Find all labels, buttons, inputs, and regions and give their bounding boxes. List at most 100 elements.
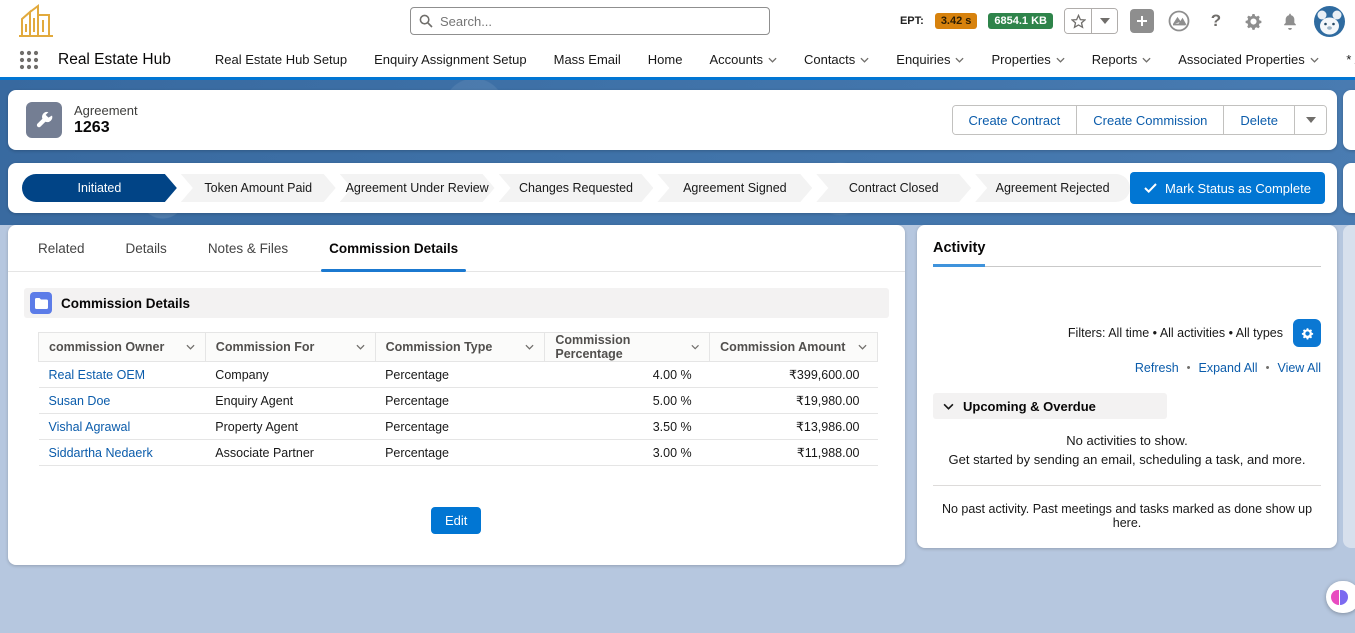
nav-tab-associated-properties[interactable]: Associated Properties xyxy=(1178,52,1318,67)
more-actions-button[interactable] xyxy=(1294,106,1326,134)
chevron-down-icon xyxy=(955,57,964,63)
divider xyxy=(933,485,1321,486)
caret-down-icon xyxy=(1306,117,1316,123)
owner-link[interactable]: Siddartha Nedaerk xyxy=(39,440,206,466)
agreement-object-icon xyxy=(26,102,62,138)
chevron-down-icon xyxy=(186,344,195,350)
upcoming-overdue-title: Upcoming & Overdue xyxy=(963,399,1096,414)
record-actions-group: Create Contract Create Commission Delete xyxy=(952,105,1328,135)
search-input[interactable] xyxy=(440,14,761,29)
ept-time-badge: 3.42 s xyxy=(935,13,978,29)
commission-type-cell: Percentage xyxy=(375,414,545,440)
nav-tab-contacts[interactable]: Contacts xyxy=(804,52,869,67)
view-all-link[interactable]: View All xyxy=(1277,361,1321,375)
path-stage-initiated[interactable]: Initiated xyxy=(22,174,177,202)
record-name: 1263 xyxy=(74,119,138,137)
nav-tab-home[interactable]: Home xyxy=(648,52,683,67)
edit-button[interactable]: Edit xyxy=(431,507,481,534)
path-stage-token-amount-paid[interactable]: Token Amount Paid xyxy=(181,174,336,202)
commission-type-cell: Percentage xyxy=(375,440,545,466)
owner-link[interactable]: Susan Doe xyxy=(39,388,206,414)
status-path-card: Initiated Token Amount Paid Agreement Un… xyxy=(8,163,1337,213)
owner-link[interactable]: Real Estate OEM xyxy=(39,362,206,388)
table-row: Susan Doe Enquiry Agent Percentage 5.00 … xyxy=(39,388,878,414)
column-header-commission-type[interactable]: Commission Type xyxy=(375,333,545,362)
commission-for-cell: Company xyxy=(205,362,375,388)
cutoff-card-edge xyxy=(1343,225,1355,548)
path-stage-agreement-rejected[interactable]: Agreement Rejected xyxy=(975,174,1130,202)
ept-label: EPT: xyxy=(900,15,924,27)
app-launcher-icon[interactable] xyxy=(18,49,40,71)
commission-amount-cell: ₹19,980.00 xyxy=(710,388,878,414)
refresh-link[interactable]: Refresh xyxy=(1135,361,1179,375)
commission-percentage-cell: 4.00 % xyxy=(545,362,710,388)
chevron-down-icon xyxy=(691,344,699,350)
path-stage-agreement-under-review[interactable]: Agreement Under Review xyxy=(340,174,495,202)
column-header-commission-owner[interactable]: commission Owner xyxy=(39,333,206,362)
nav-tab-reports[interactable]: Reports xyxy=(1092,52,1152,67)
chevron-down-icon xyxy=(768,57,777,63)
column-header-commission-amount[interactable]: Commission Amount xyxy=(710,333,878,362)
setup-button[interactable] xyxy=(1240,8,1266,34)
nav-tab-mass-email[interactable]: Mass Email xyxy=(554,52,621,67)
table-row: Siddartha Nedaerk Associate Partner Perc… xyxy=(39,440,878,466)
ai-assistant-button[interactable] xyxy=(1326,581,1355,613)
owner-link[interactable]: Vishal Agrawal xyxy=(39,414,206,440)
chevron-down-icon xyxy=(943,403,954,410)
global-search[interactable] xyxy=(410,7,770,35)
path-stage-changes-requested[interactable]: Changes Requested xyxy=(499,174,654,202)
trailhead-icon xyxy=(1167,9,1191,33)
brain-icon xyxy=(1331,590,1348,605)
notifications-button[interactable] xyxy=(1277,8,1303,34)
column-header-commission-for[interactable]: Commission For xyxy=(205,333,375,362)
record-entity-label: Agreement xyxy=(74,103,138,118)
nav-tab-enquiry-assignment-setup[interactable]: Enquiry Assignment Setup xyxy=(374,52,526,67)
quick-create-button[interactable] xyxy=(1129,8,1155,34)
commission-table: commission Owner Commission For Commissi… xyxy=(38,332,878,466)
activity-filter-settings-button[interactable] xyxy=(1293,319,1321,347)
global-header: EPT: 3.42 s 6854.1 KB ? xyxy=(0,0,1355,42)
tab-notes-files[interactable]: Notes & Files xyxy=(208,225,288,272)
favorite-star-button[interactable] xyxy=(1065,9,1091,33)
chevron-down-icon xyxy=(1056,57,1065,63)
commission-for-cell: Property Agent xyxy=(205,414,375,440)
chevron-down-icon xyxy=(1100,18,1110,24)
chevron-down-icon xyxy=(525,344,534,350)
favorites-control xyxy=(1064,8,1118,34)
record-header-card: Agreement 1263 Create Contract Create Co… xyxy=(8,90,1337,150)
favorites-menu-button[interactable] xyxy=(1091,9,1117,33)
nav-tab-more[interactable]: * More xyxy=(1346,52,1355,67)
expand-all-link[interactable]: Expand All xyxy=(1199,361,1258,375)
guidance-center-button[interactable] xyxy=(1166,8,1192,34)
tab-commission-details[interactable]: Commission Details xyxy=(329,225,458,272)
chevron-down-icon xyxy=(858,344,867,350)
help-button[interactable]: ? xyxy=(1203,8,1229,34)
column-header-commission-percentage[interactable]: Commission Percentage xyxy=(545,333,710,362)
company-logo-icon xyxy=(14,3,58,41)
commission-amount-cell: ₹13,986.00 xyxy=(710,414,878,440)
app-navigation-bar: Real Estate Hub Real Estate Hub Setup En… xyxy=(0,42,1355,80)
delete-button[interactable]: Delete xyxy=(1223,106,1294,134)
ept-size-badge: 6854.1 KB xyxy=(988,13,1053,29)
tab-related[interactable]: Related xyxy=(38,225,85,272)
nav-tab-enquiries[interactable]: Enquiries xyxy=(896,52,964,67)
nav-tab-real-estate-hub-setup[interactable]: Real Estate Hub Setup xyxy=(215,52,347,67)
create-contract-button[interactable]: Create Contract xyxy=(953,106,1077,134)
chevron-down-icon xyxy=(1310,57,1319,63)
divider xyxy=(933,266,1321,267)
commission-amount-cell: ₹11,988.00 xyxy=(710,440,878,466)
user-avatar[interactable] xyxy=(1314,6,1345,37)
activity-title: Activity xyxy=(933,240,985,267)
tab-details[interactable]: Details xyxy=(126,225,167,272)
section-title: Commission Details xyxy=(61,296,190,311)
upcoming-overdue-section[interactable]: Upcoming & Overdue xyxy=(933,393,1167,419)
nav-tab-properties[interactable]: Properties xyxy=(991,52,1064,67)
nav-tab-accounts[interactable]: Accounts xyxy=(709,52,776,67)
path-stage-contract-closed[interactable]: Contract Closed xyxy=(816,174,971,202)
record-detail-card: Related Details Notes & Files Commission… xyxy=(8,225,905,565)
create-commission-button[interactable]: Create Commission xyxy=(1076,106,1223,134)
mark-status-complete-button[interactable]: Mark Status as Complete xyxy=(1130,172,1325,204)
table-row: Vishal Agrawal Property Agent Percentage… xyxy=(39,414,878,440)
path-stage-agreement-signed[interactable]: Agreement Signed xyxy=(657,174,812,202)
no-past-activity-text: No past activity. Past meetings and task… xyxy=(933,502,1321,530)
